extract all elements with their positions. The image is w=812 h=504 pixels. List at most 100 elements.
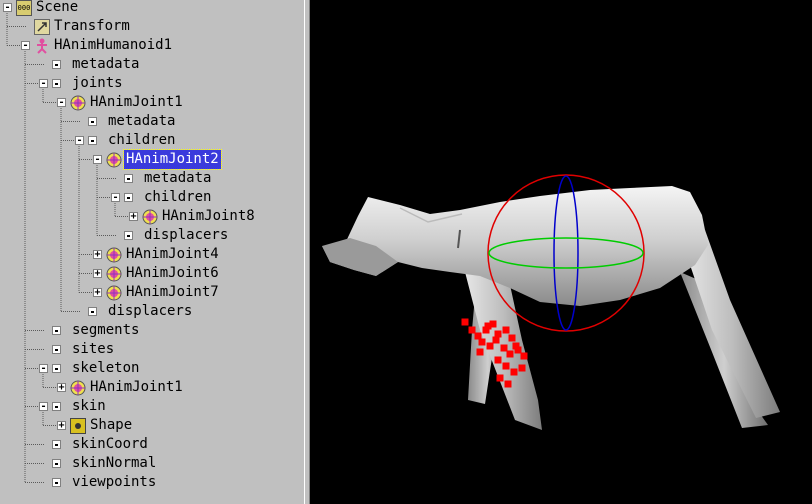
tree-node-hanimhumanoid1[interactable]: - HAnimHumanoid1: [0, 36, 304, 55]
tree-node-metadata[interactable]: metadata: [0, 55, 304, 74]
skin-vertex-marker[interactable]: [512, 342, 520, 350]
field-icon: [52, 440, 61, 449]
skin-vertex-marker[interactable]: [502, 362, 510, 370]
joint-icon: [106, 285, 122, 301]
skin-vertex-marker[interactable]: [496, 374, 504, 382]
tree-node-label: Shape: [90, 417, 133, 433]
skin-vertex-marker[interactable]: [506, 350, 514, 358]
skin-vertex-marker[interactable]: [494, 356, 502, 364]
joint-icon: [70, 380, 86, 396]
field-icon: [52, 326, 61, 335]
expand-toggle[interactable]: +: [93, 288, 102, 298]
3d-scene[interactable]: [310, 0, 812, 504]
field-icon: [124, 174, 133, 183]
expand-toggle[interactable]: +: [57, 383, 66, 393]
field-icon: [88, 117, 97, 126]
tree-node-transform[interactable]: Transform: [0, 17, 304, 36]
skin-vertex-marker[interactable]: [510, 368, 518, 376]
skin-vertex-marker[interactable]: [486, 342, 494, 350]
tree-node-label: HAnimJoint6: [126, 265, 219, 281]
field-icon: [52, 364, 61, 373]
skin-vertex-marker[interactable]: [476, 348, 484, 356]
skin-vertex-marker[interactable]: [494, 330, 502, 338]
tree-node-skin[interactable]: - skin: [0, 397, 304, 416]
tree-node-scene[interactable]: -000 Scene: [0, 0, 304, 17]
joint-icon: [106, 266, 122, 282]
shape-icon: [70, 418, 86, 434]
skin-vertex-marker[interactable]: [508, 334, 516, 342]
field-icon: [52, 345, 61, 354]
skin-vertex-marker[interactable]: [492, 336, 500, 344]
tree-node-label: segments: [72, 322, 140, 338]
skin-vertex-marker[interactable]: [484, 322, 492, 330]
tree-node-label: metadata: [72, 56, 140, 72]
tree-node-hanimjoint8[interactable]: + HAnimJoint8: [0, 207, 304, 226]
field-icon: [52, 459, 61, 468]
tree-node-children[interactable]: - children: [0, 131, 304, 150]
tree-node-displacers[interactable]: displacers: [0, 226, 304, 245]
skin-vertex-marker[interactable]: [502, 326, 510, 334]
scene-tree-panel[interactable]: -000 Scene Transform - HAnimHumanoid1 metadat…: [0, 0, 304, 504]
skin-vertex-marker[interactable]: [504, 380, 512, 388]
tree-node-label: skeleton: [72, 360, 140, 376]
field-icon: [124, 193, 133, 202]
tree-node-metadata[interactable]: metadata: [0, 169, 304, 188]
collapse-toggle[interactable]: -: [93, 155, 102, 165]
tree-node-hanimjoint2[interactable]: - HAnimJoint2: [0, 149, 304, 170]
tree-node-label: skinCoord: [72, 436, 148, 452]
tree-node-segments[interactable]: segments: [0, 321, 304, 340]
collapse-toggle[interactable]: -: [21, 41, 30, 51]
skin-vertex-marker[interactable]: [518, 364, 526, 372]
tree-node-label: Transform: [54, 18, 130, 34]
tree-node-hanimjoint7[interactable]: + HAnimJoint7: [0, 283, 304, 302]
scene-icon: 000: [16, 0, 32, 16]
tree-node-hanimjoint4[interactable]: + HAnimJoint4: [0, 245, 304, 264]
tree-node-label: Scene: [36, 0, 79, 15]
tree-node-label: metadata: [144, 170, 212, 186]
tree-node-metadata[interactable]: metadata: [0, 112, 304, 131]
collapse-toggle[interactable]: -: [39, 402, 48, 412]
skin-vertex-marker[interactable]: [474, 332, 482, 340]
expand-toggle[interactable]: +: [93, 269, 102, 279]
collapse-toggle[interactable]: -: [39, 79, 48, 89]
joint-icon: [142, 209, 158, 225]
tree-node-label: HAnimJoint2: [123, 149, 222, 170]
transform-icon: [34, 19, 50, 35]
field-icon: [52, 402, 61, 411]
tree-node-viewpoints[interactable]: viewpoints: [0, 473, 304, 492]
tree-node-children[interactable]: - children: [0, 188, 304, 207]
tree-node-displacers[interactable]: displacers: [0, 302, 304, 321]
tree-node-shape[interactable]: + Shape: [0, 416, 304, 435]
tree-node-label: displacers: [108, 303, 193, 319]
skin-vertex-marker[interactable]: [468, 326, 476, 334]
skin-vertex-marker[interactable]: [461, 318, 469, 326]
expand-toggle[interactable]: +: [57, 421, 66, 431]
tree-node-label: displacers: [144, 227, 229, 243]
tree-node-hanimjoint1[interactable]: - HAnimJoint1: [0, 93, 304, 112]
tree-node-label: HAnimJoint7: [126, 284, 219, 300]
expand-toggle[interactable]: +: [93, 250, 102, 260]
field-icon: [88, 136, 97, 145]
tree-node-hanimjoint6[interactable]: + HAnimJoint6: [0, 264, 304, 283]
tree-node-skincoord[interactable]: skinCoord: [0, 435, 304, 454]
collapse-toggle[interactable]: -: [39, 364, 48, 374]
tree-node-skeleton[interactable]: - skeleton: [0, 359, 304, 378]
field-icon: [52, 478, 61, 487]
expand-toggle[interactable]: +: [129, 212, 138, 222]
tree-node-joints[interactable]: - joints: [0, 74, 304, 93]
collapse-toggle[interactable]: -: [111, 193, 120, 203]
joint-icon: [106, 152, 122, 168]
tree-node-label: sites: [72, 341, 115, 357]
tree-node-skinnormal[interactable]: skinNormal: [0, 454, 304, 473]
collapse-toggle[interactable]: -: [75, 136, 84, 146]
collapse-toggle[interactable]: -: [57, 98, 66, 108]
tree-node-label: HAnimHumanoid1: [54, 37, 173, 53]
skin-vertex-marker[interactable]: [500, 344, 508, 352]
collapse-toggle[interactable]: -: [3, 3, 12, 13]
tree-node-sites[interactable]: sites: [0, 340, 304, 359]
3d-viewport[interactable]: [310, 0, 812, 504]
tree-node-hanimjoint1[interactable]: + HAnimJoint1: [0, 378, 304, 397]
skin-vertex-marker[interactable]: [478, 338, 486, 346]
skin-vertex-marker[interactable]: [520, 352, 528, 360]
tree-node-label: skin: [72, 398, 106, 414]
